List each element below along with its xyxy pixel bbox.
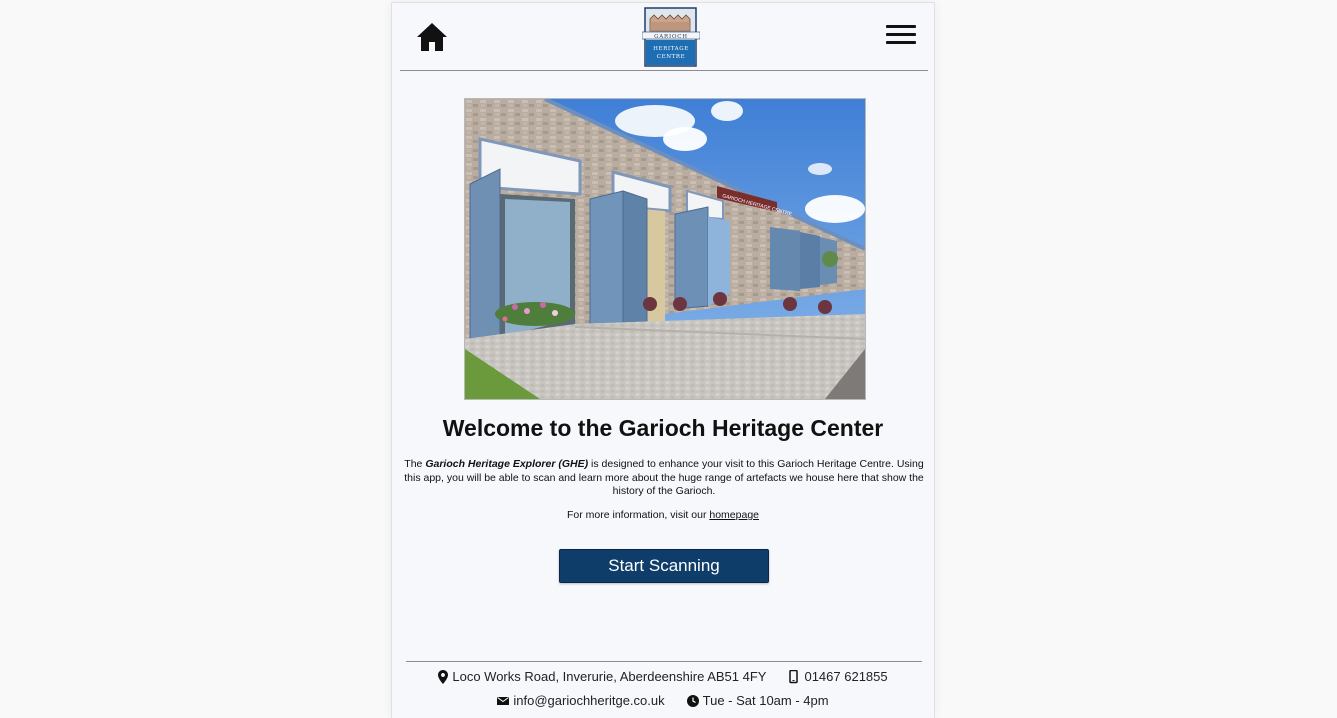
- hamburger-menu-icon: [886, 25, 916, 44]
- footer-row-2: info@gariochheritge.co.uk Tue - Sat 10am…: [392, 693, 934, 708]
- home-button[interactable]: [416, 21, 448, 53]
- logo-text-garioch: GARIOCH: [654, 34, 688, 40]
- page-title: Welcome to the Garioch Heritage Center: [442, 415, 884, 441]
- start-scanning-button[interactable]: Start Scanning: [559, 549, 769, 583]
- logo-text-centre: CENTRE: [657, 54, 685, 60]
- envelope-icon: [497, 696, 510, 705]
- home-icon: [417, 23, 447, 51]
- footer-email[interactable]: info@gariochheritge.co.uk: [497, 693, 665, 708]
- phone-text: 01467 621855: [804, 669, 888, 684]
- footer-row-1: Loco Works Road, Inverurie, Aberdeenshir…: [392, 669, 934, 684]
- garioch-heritage-logo[interactable]: GARIOCH HERITAGE CENTRE: [641, 7, 701, 67]
- app-frame: GARIOCH HERITAGE CENTRE GARIOCH HERITAGE…: [391, 2, 935, 718]
- intro-paragraph: The Garioch Heritage Explorer (GHE) is d…: [398, 458, 930, 499]
- header-divider: [400, 70, 928, 71]
- footer-divider: [406, 661, 922, 662]
- hours-text: Tue - Sat 10am - 4pm: [702, 693, 829, 708]
- address-text: Loco Works Road, Inverurie, Aberdeenshir…: [452, 669, 767, 684]
- header: GARIOCH HERITAGE CENTRE: [392, 3, 934, 71]
- homepage-link[interactable]: homepage: [709, 509, 759, 521]
- footer-phone[interactable]: 01467 621855: [788, 669, 888, 684]
- footer-hours: Tue - Sat 10am - 4pm: [686, 693, 829, 708]
- clock-icon: [686, 694, 699, 707]
- menu-button[interactable]: [886, 25, 916, 47]
- intro-text-start: The: [404, 458, 426, 470]
- more-info-text: For more information, visit our: [566, 509, 710, 521]
- map-pin-icon: [438, 669, 449, 684]
- email-text: info@gariochheritge.co.uk: [513, 693, 665, 708]
- phone-icon: [789, 669, 799, 683]
- app-name: Garioch Heritage Explorer (GHE): [425, 458, 589, 470]
- hero-image: GARIOCH HERITAGE CENTRE: [464, 98, 866, 400]
- more-info: For more information, visit our homepage: [392, 509, 934, 521]
- footer-address: Loco Works Road, Inverurie, Aberdeenshir…: [438, 669, 766, 684]
- logo-text-heritage: HERITAGE: [653, 46, 689, 52]
